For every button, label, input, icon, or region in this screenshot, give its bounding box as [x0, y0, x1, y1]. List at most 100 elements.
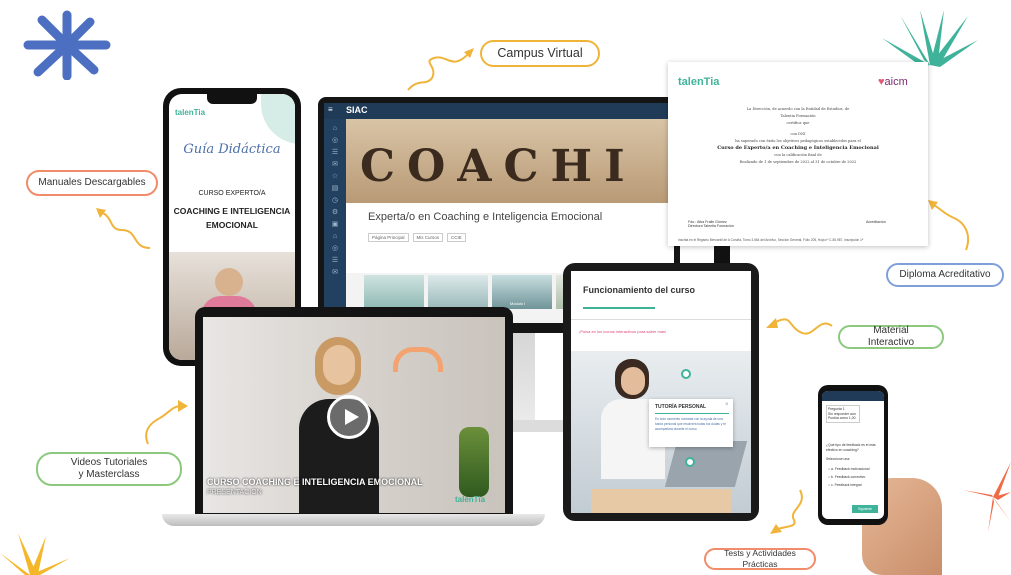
- monitor-sidebar: ⌂ ◎ ☰ ✉ ☆ ▤ ◷ ⚙ ▣ ⌂ ◎ ☰ ✉: [324, 119, 346, 323]
- cert-brand-right: ♥aicm: [878, 76, 908, 88]
- guide-corner-shape: [261, 94, 295, 144]
- laptop: CURSO COACHING E INTELIGENCIA EMOCIONAL …: [195, 307, 513, 515]
- tab-my-courses[interactable]: Mis Cursos: [412, 233, 444, 242]
- blue-starburst-decoration: [23, 10, 111, 80]
- guide-title: Guía Didáctica: [183, 142, 281, 157]
- cert-footer: Inscrita en el Registro Mercantil de A C…: [678, 238, 864, 242]
- monitor-topbar: ≡ SIAC: [324, 103, 674, 119]
- tablet-title-underline: [583, 307, 655, 309]
- guide-brand: talenTia: [175, 108, 206, 117]
- module-thumb-3[interactable]: Módulo I: [492, 275, 552, 309]
- quiz-option-a[interactable]: ○ a. Feedback motivacional: [828, 465, 869, 473]
- course-title: Experta/o en Coaching e Inteligencia Emo…: [368, 211, 603, 223]
- phone-notch: [207, 94, 257, 104]
- quiz-question-points: Puntúa como 1,00: [828, 416, 856, 421]
- cert-signature-right: Acreditación: [866, 220, 886, 224]
- quiz-next-button[interactable]: Siguiente: [852, 505, 878, 513]
- diploma-acreditativo-label: Diploma Acreditativo: [886, 263, 1004, 287]
- quiz-option-a-label: a. Feedback motivacional: [831, 467, 870, 471]
- cert-line4: con DNI: [790, 132, 806, 136]
- module-thumb-1[interactable]: [364, 275, 424, 309]
- videos-arrow-decoration: [145, 400, 188, 445]
- orange-starburst-decoration: [963, 462, 1011, 532]
- cert-sign-left-role: Directora Talentia Formación: [688, 224, 734, 228]
- campus-arrow-decoration: [407, 48, 474, 91]
- plant-decoration: [459, 427, 489, 497]
- banner-word: COACHI: [360, 141, 637, 192]
- tablet-photo-face: [621, 367, 645, 395]
- cert-brand-left: talenTia: [678, 76, 720, 88]
- menu-icon[interactable]: ≡: [328, 105, 333, 114]
- play-button[interactable]: [327, 395, 371, 439]
- quiz-options: ○ a. Feedback motivacional ○ b. Feedback…: [828, 465, 869, 489]
- guide-course-line2: EMOCIONAL: [206, 220, 258, 230]
- cert-line3: certifica que: [786, 121, 810, 125]
- manuales-arrow-decoration: [96, 208, 151, 249]
- phone-quiz-screen: Pregunta 1 Sin responder aún Puntúa como…: [822, 391, 884, 519]
- hotspot-icon-1[interactable]: [681, 369, 691, 379]
- tablet-screen: Funcionamiento del curso ¡Pulsa en los i…: [571, 271, 751, 513]
- material-arrow-decoration: [766, 318, 833, 335]
- quiz-option-b-label: b. Feedback correctivo: [831, 475, 866, 479]
- tests-actividades-label: Tests y Actividades Prácticas: [704, 548, 816, 570]
- cert-line7: Realizado de 1 de septiembre de 2022 al …: [739, 160, 857, 164]
- guide-photo-head: [215, 268, 243, 296]
- hotspot-icon-2[interactable]: [685, 457, 695, 467]
- cert-line1: La Dirección, de acuerdo con la Entidad …: [746, 107, 850, 111]
- coaching-banner: COACHI: [346, 119, 674, 203]
- tutoria-popup: TUTORÍA PERSONAL × En todo momento conta…: [649, 399, 733, 447]
- quiz-topbar: [822, 391, 884, 401]
- module-thumb-2[interactable]: [428, 275, 488, 309]
- quiz-option-c-label: c. Feedback integral: [831, 483, 862, 487]
- diploma-certificate: talenTia ♥aicm La Dirección, de acuerdo …: [668, 62, 928, 246]
- tablet-title: Funcionamiento del curso: [583, 285, 696, 295]
- tests-arrow-decoration: [770, 489, 803, 534]
- laptop-base: [162, 514, 545, 526]
- cert-brand-right-text: aicm: [884, 76, 908, 88]
- manuales-descargables-label: Manuales Descargables: [26, 170, 158, 196]
- video-brand: talenTia: [455, 495, 486, 504]
- tablet-photo-table: [591, 489, 731, 513]
- guide-course-line1: COACHING E INTELIGENCIA: [173, 206, 291, 216]
- play-icon: [345, 409, 359, 425]
- rainbow-decoration: [393, 347, 443, 372]
- close-icon[interactable]: ×: [725, 402, 729, 408]
- teal-starburst-decoration: [882, 10, 978, 67]
- yellow-starburst-decoration: [0, 533, 70, 575]
- diploma-arrow-decoration: [928, 200, 970, 251]
- tablet: Funcionamiento del curso ¡Pulsa en los i…: [563, 263, 759, 521]
- video-caption: CURSO COACHING E INTELIGENCIA EMOCIONAL: [207, 477, 423, 487]
- phone-quiz: Pregunta 1 Sin responder aún Puntúa como…: [818, 385, 888, 525]
- videos-tutoriales-label: Videos Tutoriales y Masterclass: [36, 452, 182, 486]
- cert-signature-left: Fdo.: Alba Fraile Gómez Directora Talent…: [688, 220, 734, 228]
- tablet-note: ¡Pulsa en los iconos interactivos para s…: [579, 329, 667, 334]
- tab-home[interactable]: Página Principal: [368, 233, 409, 242]
- video-subcaption: PRESENTACIÓN: [207, 489, 262, 496]
- module-caption: Módulo I: [510, 301, 526, 306]
- cert-course: Curso de Experto/a en Coaching e Intelig…: [717, 145, 879, 151]
- presenter-face: [323, 345, 355, 385]
- cert-body: La Dirección, de acuerdo con la Entidad …: [688, 106, 908, 166]
- quiz-question: ¿Qué tipo de feedback es el más efectivo…: [826, 443, 876, 452]
- popup-title: TUTORÍA PERSONAL: [655, 404, 707, 410]
- tablet-photo-laptop: [664, 441, 748, 487]
- videos-label-line2: y Masterclass: [78, 469, 140, 480]
- tablet-divider: [571, 319, 751, 320]
- course-tabs: Página Principal Mis Cursos CCIE: [368, 233, 466, 242]
- campus-virtual-label: Campus Virtual: [480, 40, 600, 67]
- videos-label-line1: Videos Tutoriales: [70, 456, 148, 468]
- quiz-select-label: Seleccione una:: [826, 457, 851, 461]
- siac-logo: SIAC: [346, 105, 368, 115]
- quiz-option-c[interactable]: ○ c. Feedback integral: [828, 481, 869, 489]
- laptop-screen: CURSO COACHING E INTELIGENCIA EMOCIONAL …: [203, 317, 505, 513]
- cert-line5: ha superado con éxito los objetivos peda…: [735, 139, 861, 143]
- cert-line6: con la calificación final de: [774, 153, 822, 157]
- cert-line2: Talentia Formación: [780, 114, 816, 118]
- tab-ccie[interactable]: CCIE: [447, 233, 466, 242]
- quiz-option-b[interactable]: ○ b. Feedback correctivo: [828, 473, 869, 481]
- material-interactivo-label: Material Interactivo: [838, 325, 944, 349]
- popup-text: En todo momento contarás con la ayuda de…: [655, 417, 726, 431]
- popup-divider: [655, 413, 729, 414]
- quiz-info-box: Pregunta 1 Sin responder aún Puntúa como…: [826, 405, 860, 423]
- guide-course-label: CURSO EXPERTO/A: [198, 190, 266, 197]
